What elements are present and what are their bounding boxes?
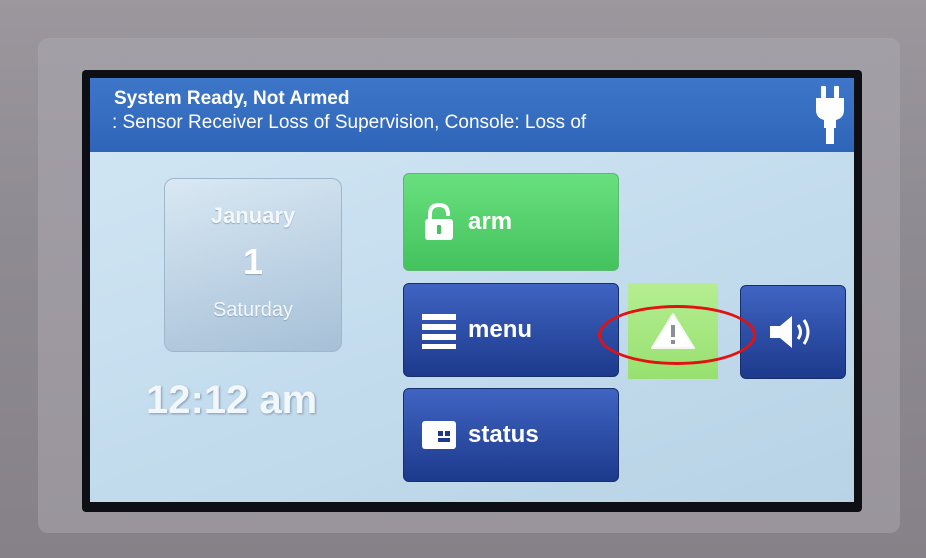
speaker-volume-icon <box>770 316 810 348</box>
arm-button-label: arm <box>468 208 513 235</box>
menu-button[interactable]: menu <box>403 283 619 377</box>
arm-button[interactable]: arm <box>403 173 619 271</box>
annotation-highlight-ellipse <box>598 305 756 365</box>
padlock-icon <box>425 202 453 240</box>
system-status-title: System Ready, Not Armed <box>114 88 350 109</box>
list-icon <box>422 314 456 349</box>
status-button[interactable]: status <box>403 388 619 482</box>
date-weekday: Saturday <box>212 299 294 321</box>
date-card: January 1 Saturday <box>164 178 342 352</box>
panel-icon <box>422 421 456 449</box>
date-day: 1 <box>242 241 264 282</box>
clock-time: 12:12 am <box>146 378 318 422</box>
status-bar[interactable]: System Ready, Not Armed : Sensor Receive… <box>90 78 854 152</box>
date-month: January <box>210 203 296 228</box>
volume-button[interactable] <box>740 285 846 379</box>
touchscreen: System Ready, Not Armed : Sensor Receive… <box>90 78 854 502</box>
menu-button-label: menu <box>468 316 533 343</box>
trouble-detail-scroll: : Sensor Receiver Loss of Supervision, C… <box>112 112 587 133</box>
status-button-label: status <box>468 421 539 448</box>
ac-power-plug-icon <box>816 86 844 144</box>
